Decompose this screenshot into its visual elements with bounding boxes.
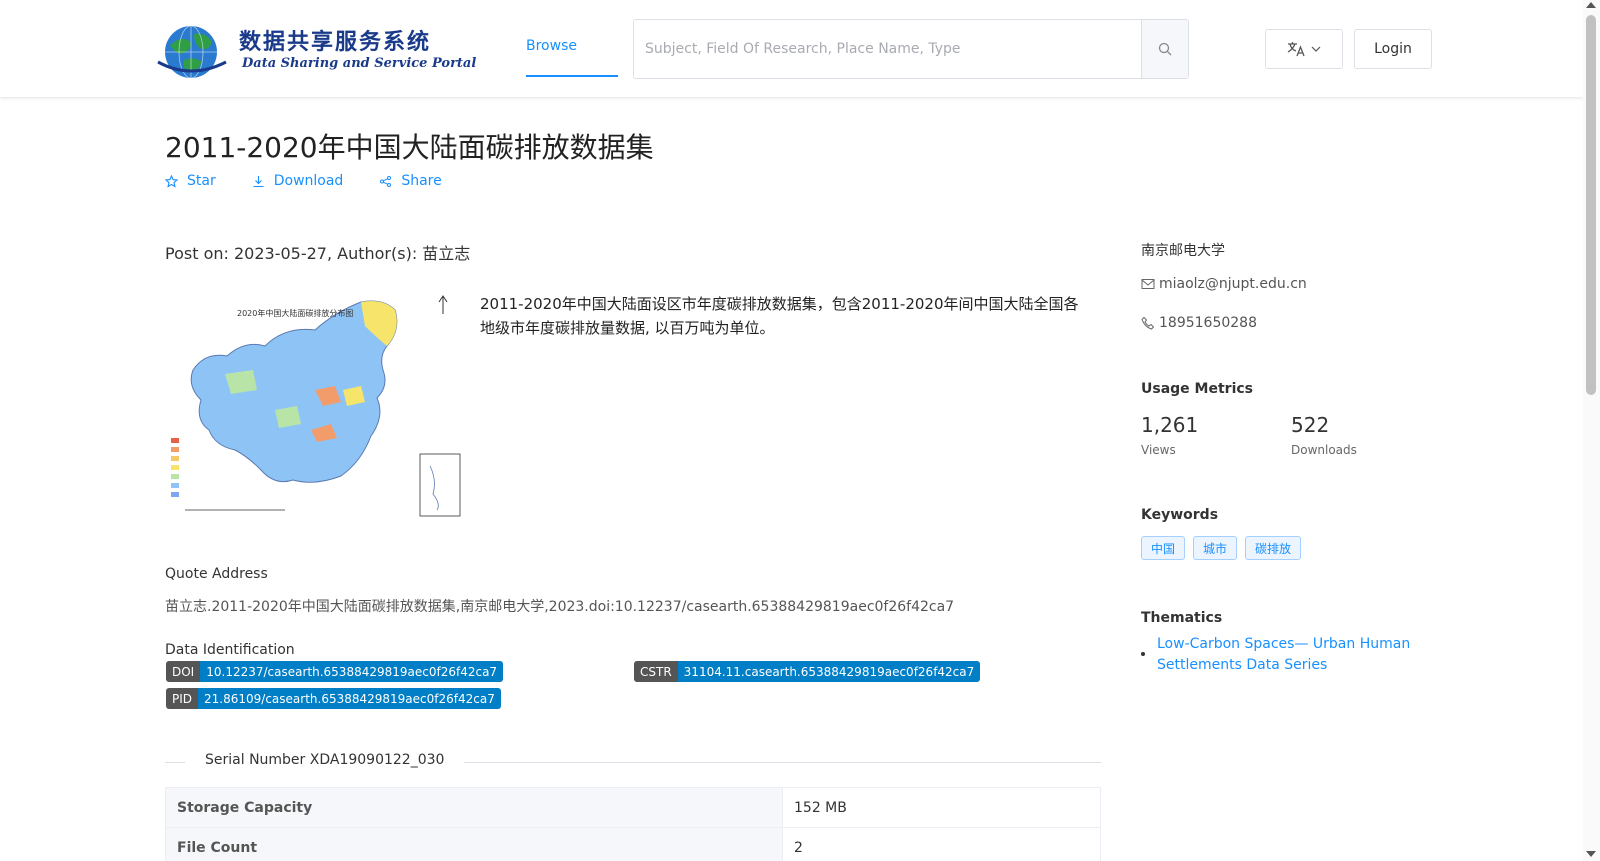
pid-badge[interactable]: PID 21.86109/casearth.65388429819aec0f26…	[166, 688, 501, 709]
views-label: Views	[1141, 443, 1176, 457]
cstr-badge-key: CSTR	[634, 661, 678, 682]
data-identification-label: Data Identification	[165, 642, 295, 658]
table-cell-key: File Count	[165, 827, 783, 861]
contact-email[interactable]: miaolz@njupt.edu.cn	[1141, 276, 1307, 292]
views-count: 1,261	[1141, 413, 1199, 437]
post-info: Post on: 2023-05-27, Author(s): 苗立志	[165, 244, 471, 263]
scrollbar-thumb[interactable]	[1586, 15, 1596, 395]
keywords-heading: Keywords	[1141, 507, 1219, 523]
organization-name: 南京邮电大学	[1141, 243, 1225, 259]
search-icon	[1158, 42, 1172, 56]
keyword-tag[interactable]: 碳排放	[1245, 536, 1302, 560]
star-icon	[165, 174, 178, 188]
doi-badge[interactable]: DOI 10.12237/casearth.65388429819aec0f26…	[166, 661, 504, 682]
nav-active-indicator	[526, 75, 618, 77]
scroll-down-arrow-icon[interactable]	[1586, 851, 1596, 857]
cstr-badge[interactable]: CSTR 31104.11.casearth.65388429819aec0f2…	[634, 661, 981, 682]
login-button[interactable]: Login	[1354, 29, 1432, 69]
doi-badge-value: 10.12237/casearth.65388429819aec0f26f42c…	[200, 661, 504, 682]
search-bar	[633, 19, 1189, 79]
cstr-badge-value: 31104.11.casearth.65388429819aec0f26f42c…	[677, 661, 981, 682]
quote-address-label: Quote Address	[165, 566, 268, 582]
email-text: miaolz@njupt.edu.cn	[1159, 276, 1307, 292]
thematic-link[interactable]: Low-Carbon Spaces— Urban Human Settlemen…	[1157, 634, 1427, 676]
language-selector[interactable]	[1265, 29, 1343, 69]
page-title: 2011-2020年中国大陆面碳排放数据集	[165, 131, 654, 164]
table-cell-value: 2	[782, 827, 1101, 861]
quote-address-text: 苗立志.2011-2020年中国大陆面碳排放数据集,南京邮电大学,2023.do…	[165, 599, 955, 615]
mail-icon	[1141, 279, 1155, 289]
dataset-info-table: Storage Capacity 152 MB File Count 2	[165, 787, 1101, 861]
pid-badge-value: 21.86109/casearth.65388429819aec0f26f42c…	[198, 688, 501, 709]
search-button[interactable]	[1141, 20, 1188, 78]
search-input[interactable]	[634, 20, 1141, 78]
scroll-up-arrow-icon[interactable]	[1586, 2, 1596, 8]
pid-badge-key: PID	[166, 688, 199, 709]
table-row: File Count 2	[165, 827, 1101, 861]
translate-icon	[1287, 42, 1305, 57]
share-icon	[380, 175, 392, 187]
share-label: Share	[401, 173, 442, 189]
star-label: Star	[187, 173, 216, 189]
keyword-tag[interactable]: 城市	[1193, 536, 1238, 560]
serial-number: Serial Number XDA19090122_030	[185, 752, 465, 768]
thematics-heading: Thematics	[1141, 610, 1223, 626]
phone-text: 18951650288	[1159, 315, 1257, 331]
downloads-label: Downloads	[1291, 443, 1357, 457]
dataset-description: 2011-2020年中国大陆面设区市年度碳排放数据集，包含2011-2020年间…	[480, 295, 1079, 337]
download-icon	[253, 175, 264, 187]
thematics-bullet	[1141, 652, 1145, 656]
svg-text:2020年中国大陆面碳排放分布图: 2020年中国大陆面碳排放分布图	[237, 308, 353, 318]
chevron-down-icon	[1311, 46, 1321, 52]
table-row: Storage Capacity 152 MB	[165, 787, 1101, 828]
site-logo[interactable]: 数据共享服务系统 Data Sharing and Service Portal	[154, 22, 476, 80]
dataset-actions: Star Download Share	[165, 173, 442, 189]
top-header: 数据共享服务系统 Data Sharing and Service Portal…	[0, 0, 1583, 97]
logo-title: 数据共享服务系统	[239, 29, 432, 55]
phone-icon	[1141, 316, 1155, 330]
download-button[interactable]: Download	[252, 173, 344, 189]
star-button[interactable]: Star	[165, 173, 216, 189]
globe-logo-icon	[157, 25, 227, 79]
doi-badge-key: DOI	[166, 661, 201, 682]
nav-browse-link[interactable]: Browse	[526, 38, 577, 54]
logo-subtitle: Data Sharing and Service Portal	[242, 56, 477, 71]
dataset-thumbnail-map[interactable]: 2020年中国大陆面碳排放分布图	[165, 290, 465, 522]
table-cell-value: 152 MB	[782, 787, 1101, 828]
table-cell-key: Storage Capacity	[165, 787, 783, 828]
download-label: Download	[273, 173, 344, 189]
usage-metrics-heading: Usage Metrics	[1141, 381, 1253, 397]
downloads-count: 522	[1291, 413, 1330, 437]
keyword-tag[interactable]: 中国	[1141, 536, 1186, 560]
share-button[interactable]: Share	[379, 173, 442, 189]
page-scrollbar[interactable]	[1583, 0, 1600, 861]
contact-phone[interactable]: 18951650288	[1141, 315, 1257, 331]
